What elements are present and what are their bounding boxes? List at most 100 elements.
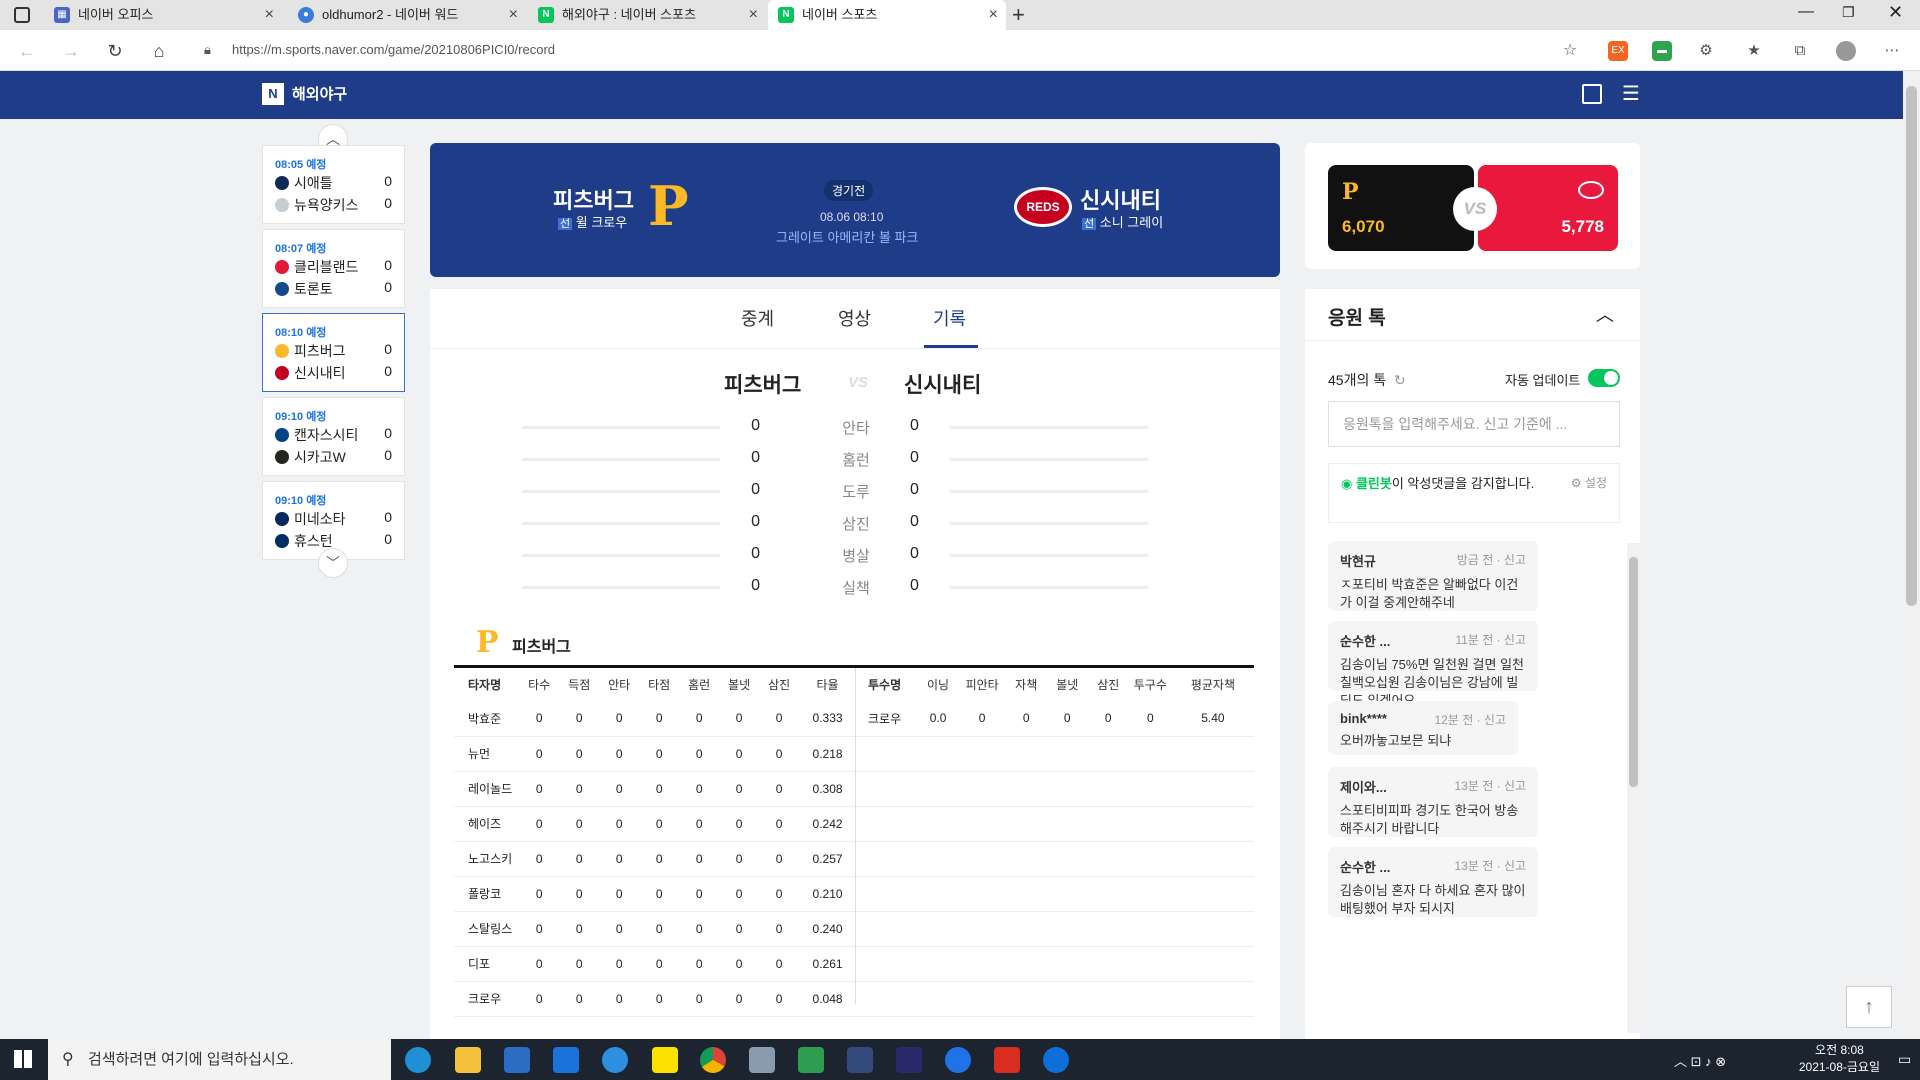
tab-naver-office[interactable]: ▦ 네이버 오피스 × [44, 0, 282, 30]
player-name[interactable]: 뉴먼 [454, 736, 520, 772]
close-tab-icon[interactable]: × [749, 0, 758, 30]
tab-naver-word[interactable]: ● oldhumor2 - 네이버 워드 × [288, 0, 526, 30]
column-header[interactable]: 삼진 [759, 668, 799, 701]
profile-avatar-icon[interactable] [1836, 41, 1856, 61]
column-header[interactable]: 타수 [519, 668, 559, 701]
tab-naver-sports[interactable]: N 네이버 스포츠 × [768, 0, 1006, 30]
minimize-icon[interactable]: — [1798, 3, 1814, 21]
game-card[interactable]: 09:10 예정 캔자스시티 0 시카고W 0 [262, 397, 405, 476]
app-icon[interactable] [896, 1047, 922, 1073]
column-header[interactable]: 볼넷 [719, 668, 759, 701]
column-header[interactable]: 이닝 [918, 668, 959, 701]
column-header[interactable]: 홈런 [679, 668, 719, 701]
file-explorer-icon[interactable] [455, 1047, 481, 1073]
column-header[interactable]: 피안타 [959, 668, 1006, 701]
mail-icon[interactable] [553, 1047, 579, 1073]
close-window-icon[interactable]: ✕ [1888, 2, 1903, 23]
comment-time-report[interactable]: 13분 전 · 신고 [1454, 857, 1526, 874]
kakaotalk-icon[interactable] [652, 1047, 678, 1073]
calendar-icon[interactable] [1582, 84, 1602, 104]
column-header[interactable]: 안타 [599, 668, 639, 701]
away-team-name[interactable]: 피츠버그 [553, 183, 634, 215]
column-header[interactable]: 평균자책 [1172, 668, 1254, 701]
player-name[interactable]: 폴랑코 [454, 876, 520, 912]
column-header[interactable]: 타자명 [454, 668, 519, 701]
system-tray-icons[interactable]: ︿ ⊡ ♪ ⊗ [1674, 1051, 1726, 1070]
extension-ex-icon[interactable]: EX [1608, 41, 1628, 61]
taskbar-search-box[interactable]: ⚲ 검색하려면 여기에 입력하십시오. [48, 1039, 391, 1080]
store-icon[interactable] [504, 1047, 530, 1073]
tab-broadcast[interactable]: 중계 [741, 305, 774, 331]
windows-start-icon[interactable] [14, 1050, 32, 1068]
cleanbot-settings-link[interactable]: ⚙ 설정 [1571, 474, 1607, 493]
column-header[interactable]: 자책 [1006, 668, 1047, 701]
close-tab-icon[interactable]: × [265, 0, 274, 30]
player-name[interactable]: 노고스키 [454, 841, 520, 877]
teamviewer-icon[interactable] [1043, 1047, 1069, 1073]
player-name[interactable]: 크로우 [856, 701, 918, 737]
acrobat-icon[interactable] [994, 1047, 1020, 1073]
internet-explorer-icon[interactable] [602, 1047, 628, 1073]
player-name[interactable]: 디포 [454, 946, 520, 982]
taskbar-clock[interactable]: 오전 8:08 2021-08-금요일 [1799, 1042, 1880, 1076]
edge-icon[interactable] [405, 1047, 431, 1073]
game-card[interactable]: 08:07 예정 클리블랜드 0 토론토 0 [262, 229, 405, 308]
site-logo[interactable]: N 해외야구 [262, 83, 347, 107]
talk-scrollbar-thumb[interactable] [1629, 557, 1638, 787]
reds-logo-icon[interactable]: REDS [1014, 187, 1072, 227]
app-icon[interactable] [945, 1047, 971, 1073]
collections-icon[interactable]: ⧉ [1790, 41, 1810, 61]
app-icon[interactable] [847, 1047, 873, 1073]
collapse-talk-icon[interactable]: ︿ [1596, 301, 1614, 327]
column-header[interactable]: 투구수 [1129, 668, 1172, 701]
close-tab-icon[interactable]: × [989, 0, 998, 30]
column-header[interactable]: 투수명 [856, 668, 918, 701]
refresh-icon[interactable]: ↻ [102, 38, 128, 64]
talk-input[interactable]: 응원톡을 입력해주세요. 신고 기준에 ... [1328, 401, 1620, 447]
tab-actions-icon[interactable] [14, 7, 30, 23]
scroll-to-top-button[interactable]: ↑ [1846, 986, 1892, 1028]
url-field[interactable]: 🔒︎ https://m.sports.naver.com/game/20210… [190, 36, 1590, 64]
app-icon[interactable] [749, 1047, 775, 1073]
home-support-button[interactable]: 5,778 [1478, 165, 1618, 251]
comment-time-report[interactable]: 방금 전 · 신고 [1457, 551, 1526, 568]
column-header[interactable]: 타점 [639, 668, 679, 701]
extensions-icon[interactable]: ⚙ [1696, 41, 1716, 61]
favorite-star-icon[interactable]: ☆ [1560, 41, 1580, 61]
menu-icon[interactable]: ☰ [1622, 83, 1640, 105]
player-name[interactable]: 헤이즈 [454, 806, 520, 842]
player-name[interactable]: 크로우 [454, 981, 520, 1017]
scroll-down-button[interactable]: ﹀ [318, 548, 348, 578]
back-icon[interactable]: ← [14, 38, 40, 64]
column-header[interactable]: 타율 [799, 668, 856, 701]
notification-icon[interactable]: ▭ [1898, 1051, 1911, 1068]
restore-icon[interactable]: ❐ [1842, 4, 1855, 21]
refresh-icon[interactable]: ↻ [1394, 372, 1406, 388]
comment-time-report[interactable]: 13분 전 · 신고 [1454, 777, 1526, 794]
home-icon[interactable]: ⌂ [146, 38, 172, 64]
game-card[interactable]: 08:05 예정 시애틀 0 뉴욕양키스 0 [262, 145, 405, 224]
new-tab-icon[interactable]: + [1012, 2, 1025, 28]
column-header[interactable]: 득점 [559, 668, 599, 701]
auto-update-toggle[interactable] [1588, 369, 1620, 387]
more-menu-icon[interactable]: ⋯ [1882, 41, 1902, 61]
player-name[interactable]: 레이놀드 [454, 771, 520, 807]
column-header[interactable]: 삼진 [1088, 668, 1129, 701]
tab-overseas-baseball[interactable]: N 해외야구 : 네이버 스포츠 × [528, 0, 766, 30]
tab-record[interactable]: 기록 [933, 305, 966, 331]
page-scrollbar-thumb[interactable] [1906, 86, 1917, 606]
favorites-icon[interactable]: ★ [1744, 41, 1764, 61]
green-app-icon[interactable] [798, 1047, 824, 1073]
comment-time-report[interactable]: 12분 전 · 신고 [1434, 711, 1506, 728]
column-header[interactable]: 볼넷 [1047, 668, 1088, 701]
close-tab-icon[interactable]: × [509, 0, 518, 30]
home-team-name[interactable]: 신시내티 [1080, 183, 1161, 215]
extension-green-icon[interactable]: ▬ [1652, 41, 1672, 61]
tab-video[interactable]: 영상 [838, 305, 871, 331]
player-name[interactable]: 스탈링스 [454, 911, 520, 947]
forward-icon[interactable]: → [58, 38, 84, 64]
player-name[interactable]: 박효준 [454, 701, 520, 737]
pirates-logo-icon[interactable]: P [648, 178, 692, 234]
chrome-icon[interactable] [700, 1047, 726, 1073]
game-card[interactable]: 08:10 예정 피츠버그 0 신시내티 0 [262, 313, 405, 392]
